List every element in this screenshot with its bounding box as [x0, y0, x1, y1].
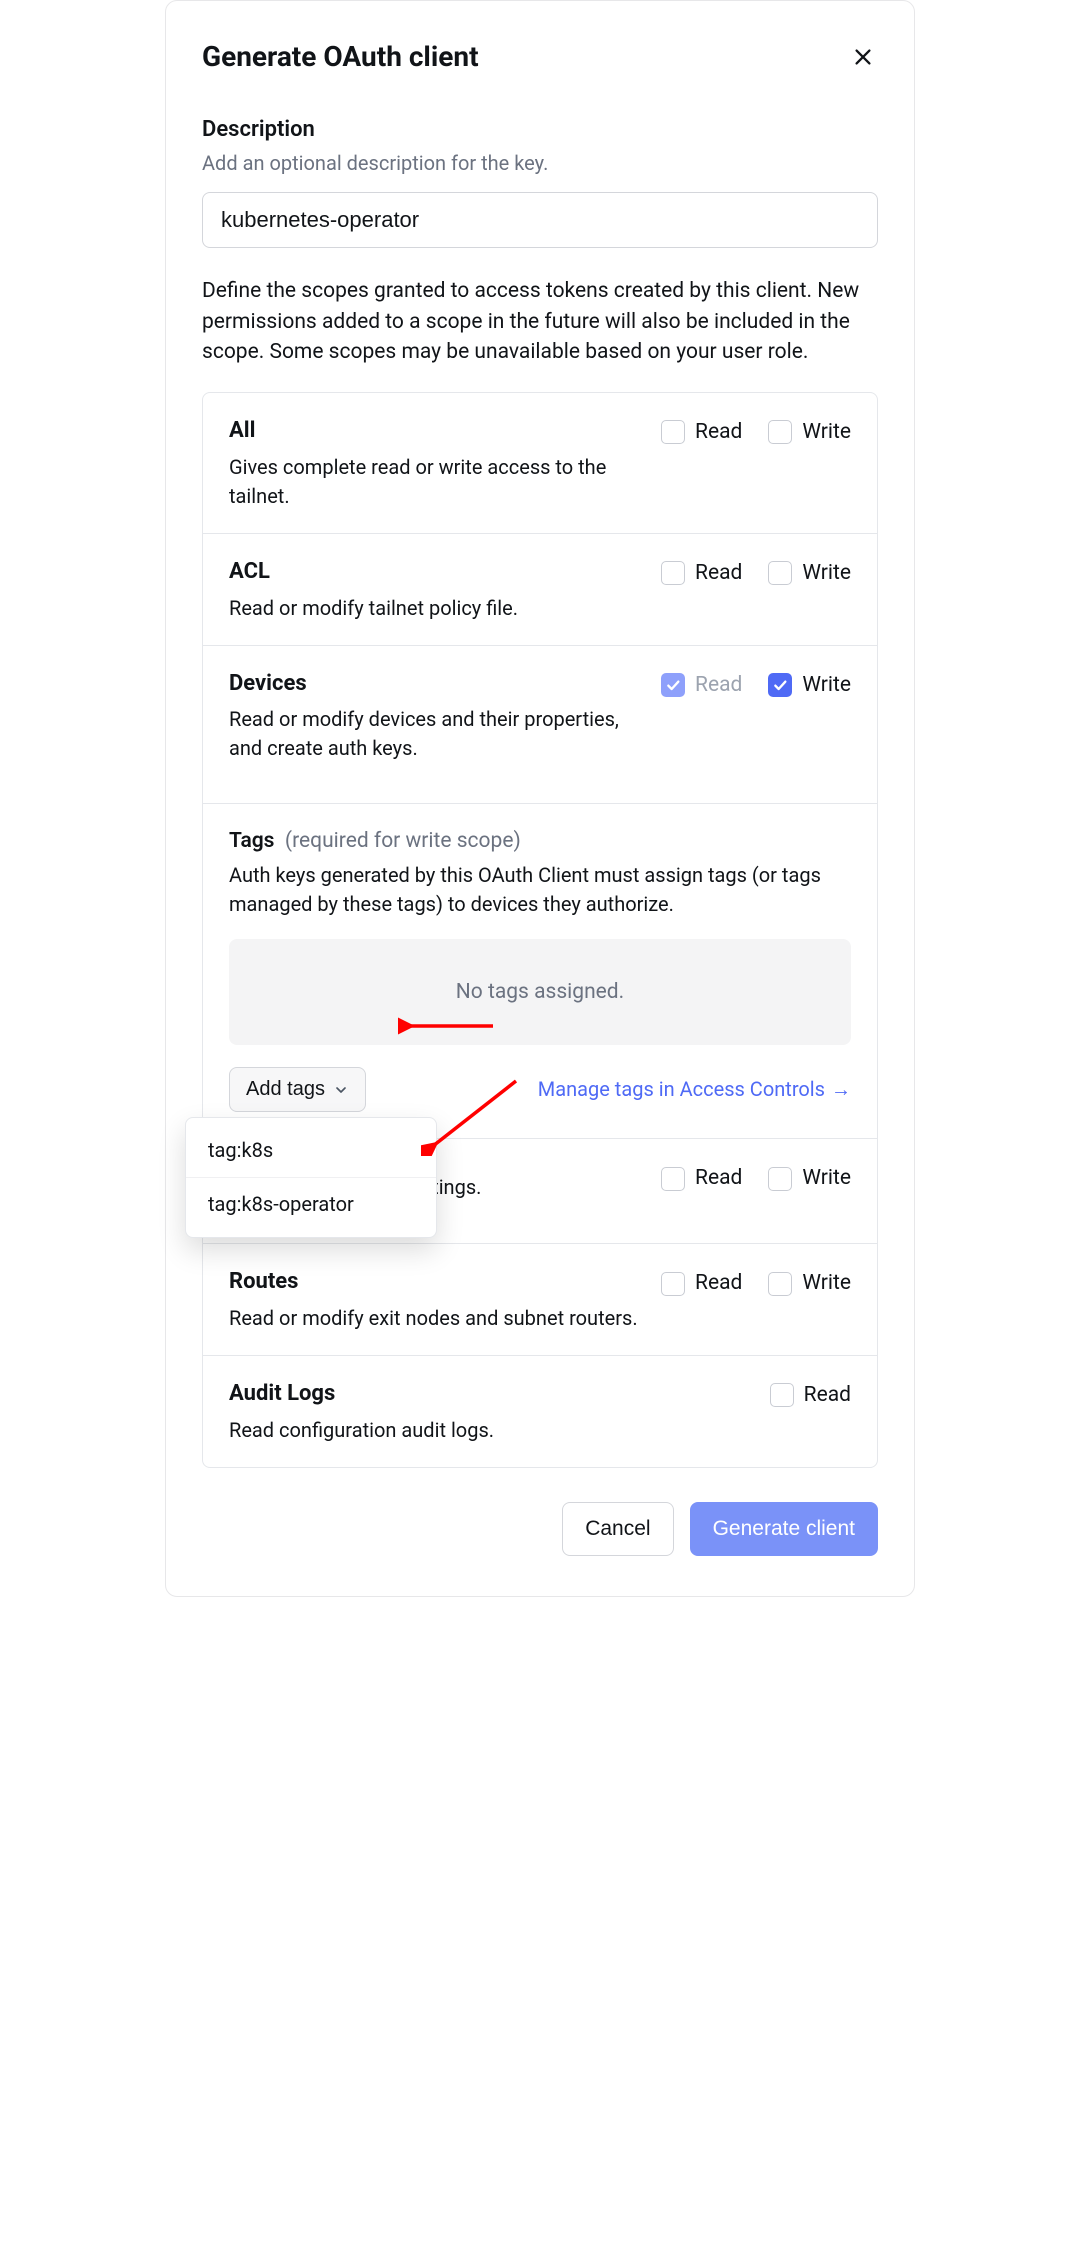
- scope-row-acl: ACL Read or modify tailnet policy file. …: [203, 534, 877, 646]
- tags-actions: Add tags Manage tags in Access Controls …: [229, 1067, 851, 1112]
- scope-desc: Read configuration audit logs.: [229, 1416, 750, 1445]
- scope-name: All: [229, 415, 641, 447]
- perm-label-read: Read: [695, 1163, 742, 1193]
- generate-oauth-modal: Generate OAuth client Description Add an…: [165, 0, 915, 1597]
- tags-title: Tags: [229, 829, 274, 853]
- checkbox-acl-write[interactable]: [768, 561, 792, 585]
- generate-client-button[interactable]: Generate client: [690, 1502, 878, 1556]
- arrow-right-icon: →: [831, 1075, 851, 1104]
- perm-label-write: Write: [802, 670, 851, 700]
- tag-option-k8s[interactable]: tag:k8s: [186, 1124, 436, 1177]
- scope-row-audit: Audit Logs Read configuration audit logs…: [203, 1356, 877, 1467]
- add-tags-dropdown: tag:k8s tag:k8s-operator: [185, 1117, 437, 1238]
- scope-desc: Read or modify exit nodes and subnet rou…: [229, 1304, 641, 1333]
- perm-label-read: Read: [695, 670, 742, 700]
- scope-row-devices: Devices Read or modify devices and their…: [203, 646, 877, 786]
- checkbox-routes-read[interactable]: [661, 1272, 685, 1296]
- description-input[interactable]: [202, 192, 878, 248]
- scope-name: Audit Logs: [229, 1378, 750, 1410]
- manage-tags-label: Manage tags in Access Controls: [538, 1075, 825, 1104]
- perm-label-read: Read: [695, 417, 742, 447]
- add-tags-button[interactable]: Add tags: [229, 1067, 366, 1112]
- tags-required-hint: (required for write scope): [280, 829, 521, 853]
- perm-label-write: Write: [802, 1268, 851, 1298]
- scope-desc: Read or modify devices and their propert…: [229, 705, 641, 763]
- manage-tags-link[interactable]: Manage tags in Access Controls →: [538, 1075, 851, 1104]
- checkbox-routes-write[interactable]: [768, 1272, 792, 1296]
- scopes-list: All Gives complete read or write access …: [202, 392, 878, 1468]
- description-hint: Add an optional description for the key.: [202, 149, 878, 178]
- add-tags-label: Add tags: [246, 1078, 325, 1101]
- cancel-button[interactable]: Cancel: [562, 1502, 673, 1556]
- modal-footer: Cancel Generate client: [202, 1502, 878, 1556]
- perm-label-read: Read: [804, 1380, 851, 1410]
- checkbox-audit-read[interactable]: [770, 1383, 794, 1407]
- scope-desc: Read or modify tailnet policy file.: [229, 594, 641, 623]
- scope-row-all: All Gives complete read or write access …: [203, 393, 877, 534]
- tag-option-k8s-operator[interactable]: tag:k8s-operator: [186, 1177, 436, 1231]
- tags-empty-state: No tags assigned.: [229, 939, 851, 1045]
- close-button[interactable]: [848, 42, 878, 72]
- perm-label-write: Write: [802, 1163, 851, 1193]
- perm-label-read: Read: [695, 558, 742, 588]
- tags-desc: Auth keys generated by this OAuth Client…: [229, 861, 851, 919]
- checkbox-all-read[interactable]: [661, 420, 685, 444]
- scope-name: Routes: [229, 1266, 641, 1298]
- scope-name: ACL: [229, 556, 641, 588]
- checkbox-devices-read[interactable]: [661, 673, 685, 697]
- modal-title: Generate OAuth client: [202, 37, 479, 78]
- perm-label-write: Write: [802, 417, 851, 447]
- scope-name: Devices: [229, 668, 641, 700]
- scope-row-routes: Routes Read or modify exit nodes and sub…: [203, 1244, 877, 1356]
- scopes-intro-text: Define the scopes granted to access toke…: [202, 276, 878, 367]
- description-label: Description: [202, 114, 878, 146]
- checkbox-obscured-read[interactable]: [661, 1167, 685, 1191]
- devices-tags-section: Tags (required for write scope) Auth key…: [203, 785, 877, 1139]
- scope-desc: Gives complete read or write access to t…: [229, 453, 641, 511]
- checkbox-devices-write[interactable]: [768, 673, 792, 697]
- perm-label-read: Read: [695, 1268, 742, 1298]
- close-icon: [852, 46, 874, 68]
- checkbox-all-write[interactable]: [768, 420, 792, 444]
- checkbox-obscured-write[interactable]: [768, 1167, 792, 1191]
- modal-header: Generate OAuth client: [202, 37, 878, 78]
- chevron-down-icon: [333, 1082, 349, 1098]
- perm-label-write: Write: [802, 558, 851, 588]
- checkbox-acl-read[interactable]: [661, 561, 685, 585]
